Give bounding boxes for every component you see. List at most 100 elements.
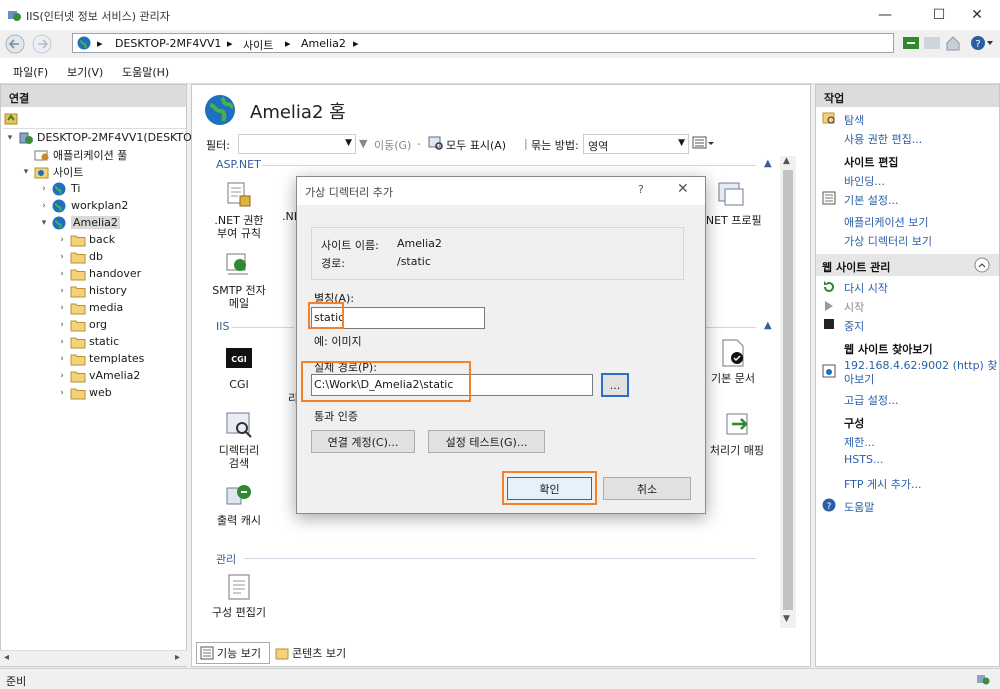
chevron-right-icon[interactable]: › <box>57 354 67 364</box>
action-advanced-settings[interactable]: 고급 설정... <box>844 392 898 408</box>
chevron-down-icon[interactable]: ▾ <box>39 218 49 228</box>
collapse-section-icon[interactable]: ▲ <box>764 320 772 331</box>
horizontal-scrollbar[interactable]: ◂ ▸ <box>0 650 187 666</box>
chevron-right-icon[interactable]: › <box>39 184 49 194</box>
tree-site-amelia2[interactable]: ▾ Amelia2 <box>39 214 120 231</box>
vertical-scrollbar[interactable]: ▲ ▼ <box>780 156 796 628</box>
chevron-down-icon[interactable]: ▼ <box>345 138 352 148</box>
stop-icon[interactable] <box>924 36 940 50</box>
action-stop[interactable]: 중지 <box>844 318 864 334</box>
show-all-icon <box>428 135 444 151</box>
action-edit-permissions[interactable]: 사용 권한 편집... <box>844 131 922 147</box>
group-by-select[interactable]: 영역 ▼ <box>583 134 689 154</box>
feature-cgi[interactable]: CGI CGI <box>211 344 267 391</box>
action-view-applications[interactable]: 애플리케이션 보기 <box>844 214 928 230</box>
tree-folder-label: back <box>89 233 116 246</box>
tab-content-view[interactable]: 콘텐츠 보기 <box>272 642 362 664</box>
feature-output-caching[interactable]: 출력 캐시 <box>211 480 267 527</box>
scroll-right-icon[interactable]: ▸ <box>175 652 180 663</box>
chevron-right-icon[interactable]: › <box>57 320 67 330</box>
collapse-icon[interactable] <box>974 257 990 273</box>
dialog-help-button[interactable]: ? <box>638 183 644 196</box>
scroll-down-icon[interactable]: ▼ <box>783 614 790 624</box>
feature-net-authorization[interactable]: .NET 권한 부여 규칙 <box>211 180 267 240</box>
breadcrumb-sites[interactable]: 사이트 <box>243 37 273 53</box>
chevron-down-icon[interactable]: ▼ <box>678 138 685 148</box>
dialog-close-button[interactable]: ✕ <box>677 181 689 197</box>
view-mode-icon[interactable] <box>692 135 714 151</box>
connect-icon[interactable] <box>4 111 18 125</box>
cancel-button[interactable]: 취소 <box>603 477 691 500</box>
scroll-left-icon[interactable]: ◂ <box>4 652 9 663</box>
action-basic-settings[interactable]: 기본 설정... <box>844 192 898 208</box>
chevron-right-icon[interactable]: › <box>57 337 67 347</box>
chevron-right-icon[interactable]: › <box>57 388 67 398</box>
test-settings-button[interactable]: 설정 테스트(G)... <box>428 430 545 453</box>
breadcrumb-site[interactable]: Amelia2 <box>301 37 346 50</box>
tree-folder[interactable]: › handover <box>57 265 141 282</box>
action-view-virtual-dirs[interactable]: 가상 디렉터리 보기 <box>844 233 932 249</box>
address-bar[interactable]: ▸ DESKTOP-2MF4VV1 ▸ 사이트 ▸ Amelia2 ▸ <box>72 33 894 53</box>
tree-app-pools[interactable]: 애플리케이션 풀 <box>21 146 127 163</box>
chevron-right-icon[interactable]: › <box>39 201 49 211</box>
collapse-section-icon[interactable]: ▲ <box>764 158 772 169</box>
tab-features-view[interactable]: 기능 보기 <box>196 642 270 664</box>
action-help[interactable]: 도움말 <box>844 499 874 515</box>
close-button[interactable]: ✕ <box>954 0 1000 30</box>
tree-folder[interactable]: › templates <box>57 350 144 367</box>
feature-configuration-editor[interactable]: 구성 편집기 <box>207 572 271 619</box>
action-restart[interactable]: 다시 시작 <box>844 280 888 296</box>
tree-server[interactable]: ▾ DESKTOP-2MF4VV1(DESKTO <box>5 129 192 146</box>
tree-folder[interactable]: › web <box>57 384 112 401</box>
menu-view[interactable]: 보기(V) <box>67 64 103 80</box>
chevron-right-icon[interactable]: › <box>57 269 67 279</box>
browse-path-button[interactable]: ... <box>601 373 629 397</box>
action-browse-url-cont[interactable]: 아보기 <box>844 371 874 387</box>
chevron-right-icon[interactable]: › <box>57 303 67 313</box>
tree-sites[interactable]: ▾ 사이트 <box>21 163 84 180</box>
action-explore[interactable]: 탐색 <box>844 112 864 128</box>
breadcrumb-server[interactable]: DESKTOP-2MF4VV1 <box>115 37 221 50</box>
feature-net-profile[interactable]: .NET 프로필 <box>700 180 764 227</box>
tree-folder[interactable]: › media <box>57 299 123 316</box>
tree-folder[interactable]: › vAmelia2 <box>57 367 140 384</box>
chevron-right-icon[interactable]: › <box>57 235 67 245</box>
forward-button[interactable] <box>32 34 52 54</box>
feature-directory-browsing[interactable]: 디렉터리 검색 <box>211 410 267 470</box>
action-add-ftp[interactable]: FTP 게시 추가... <box>844 476 921 492</box>
feature-smtp-email[interactable]: SMTP 전자 메일 <box>209 250 269 310</box>
show-all-button[interactable]: 모두 표시(A) <box>446 137 506 153</box>
chevron-down-icon[interactable]: ▾ <box>21 167 31 177</box>
chevron-right-icon[interactable]: › <box>57 286 67 296</box>
tree-folder[interactable]: › history <box>57 282 127 299</box>
refresh-icon[interactable] <box>903 36 919 50</box>
home-icon[interactable] <box>945 35 961 51</box>
chevron-right-icon[interactable]: › <box>57 371 67 381</box>
tree-folder[interactable]: › static <box>57 333 119 350</box>
action-start[interactable]: 시작 <box>844 299 864 315</box>
filter-input[interactable]: ▼ <box>238 134 356 154</box>
tree-folder-label: static <box>89 335 120 348</box>
chevron-down-icon[interactable]: - <box>417 137 421 150</box>
feature-default-document[interactable]: 기본 문서 <box>703 338 763 385</box>
feature-handler-mappings[interactable]: 처리기 매핑 <box>696 410 764 457</box>
tree-folder[interactable]: › org <box>57 316 107 333</box>
minimize-button[interactable]: — <box>862 0 908 30</box>
tree-site-ti[interactable]: › Ti <box>39 180 80 197</box>
scroll-thumb[interactable] <box>783 170 793 610</box>
back-button[interactable] <box>5 34 25 54</box>
help-icon[interactable]: ? <box>970 35 994 51</box>
go-button[interactable]: 이동(G) <box>374 137 411 153</box>
menu-file[interactable]: 파일(F) <box>13 64 48 80</box>
tree-folder[interactable]: › back <box>57 231 115 248</box>
action-hsts[interactable]: HSTS... <box>844 453 883 466</box>
scroll-up-icon[interactable]: ▲ <box>783 156 790 166</box>
action-limits[interactable]: 제한... <box>844 434 875 450</box>
chevron-down-icon[interactable]: ▾ <box>5 133 15 143</box>
tree-site-workplan2[interactable]: › workplan2 <box>39 197 128 214</box>
chevron-right-icon[interactable]: › <box>57 252 67 262</box>
action-bindings[interactable]: 바인딩... <box>844 173 885 189</box>
menu-help[interactable]: 도움말(H) <box>122 64 169 80</box>
connect-as-button[interactable]: 연결 계정(C)... <box>311 430 415 453</box>
tree-folder[interactable]: › db <box>57 248 103 265</box>
